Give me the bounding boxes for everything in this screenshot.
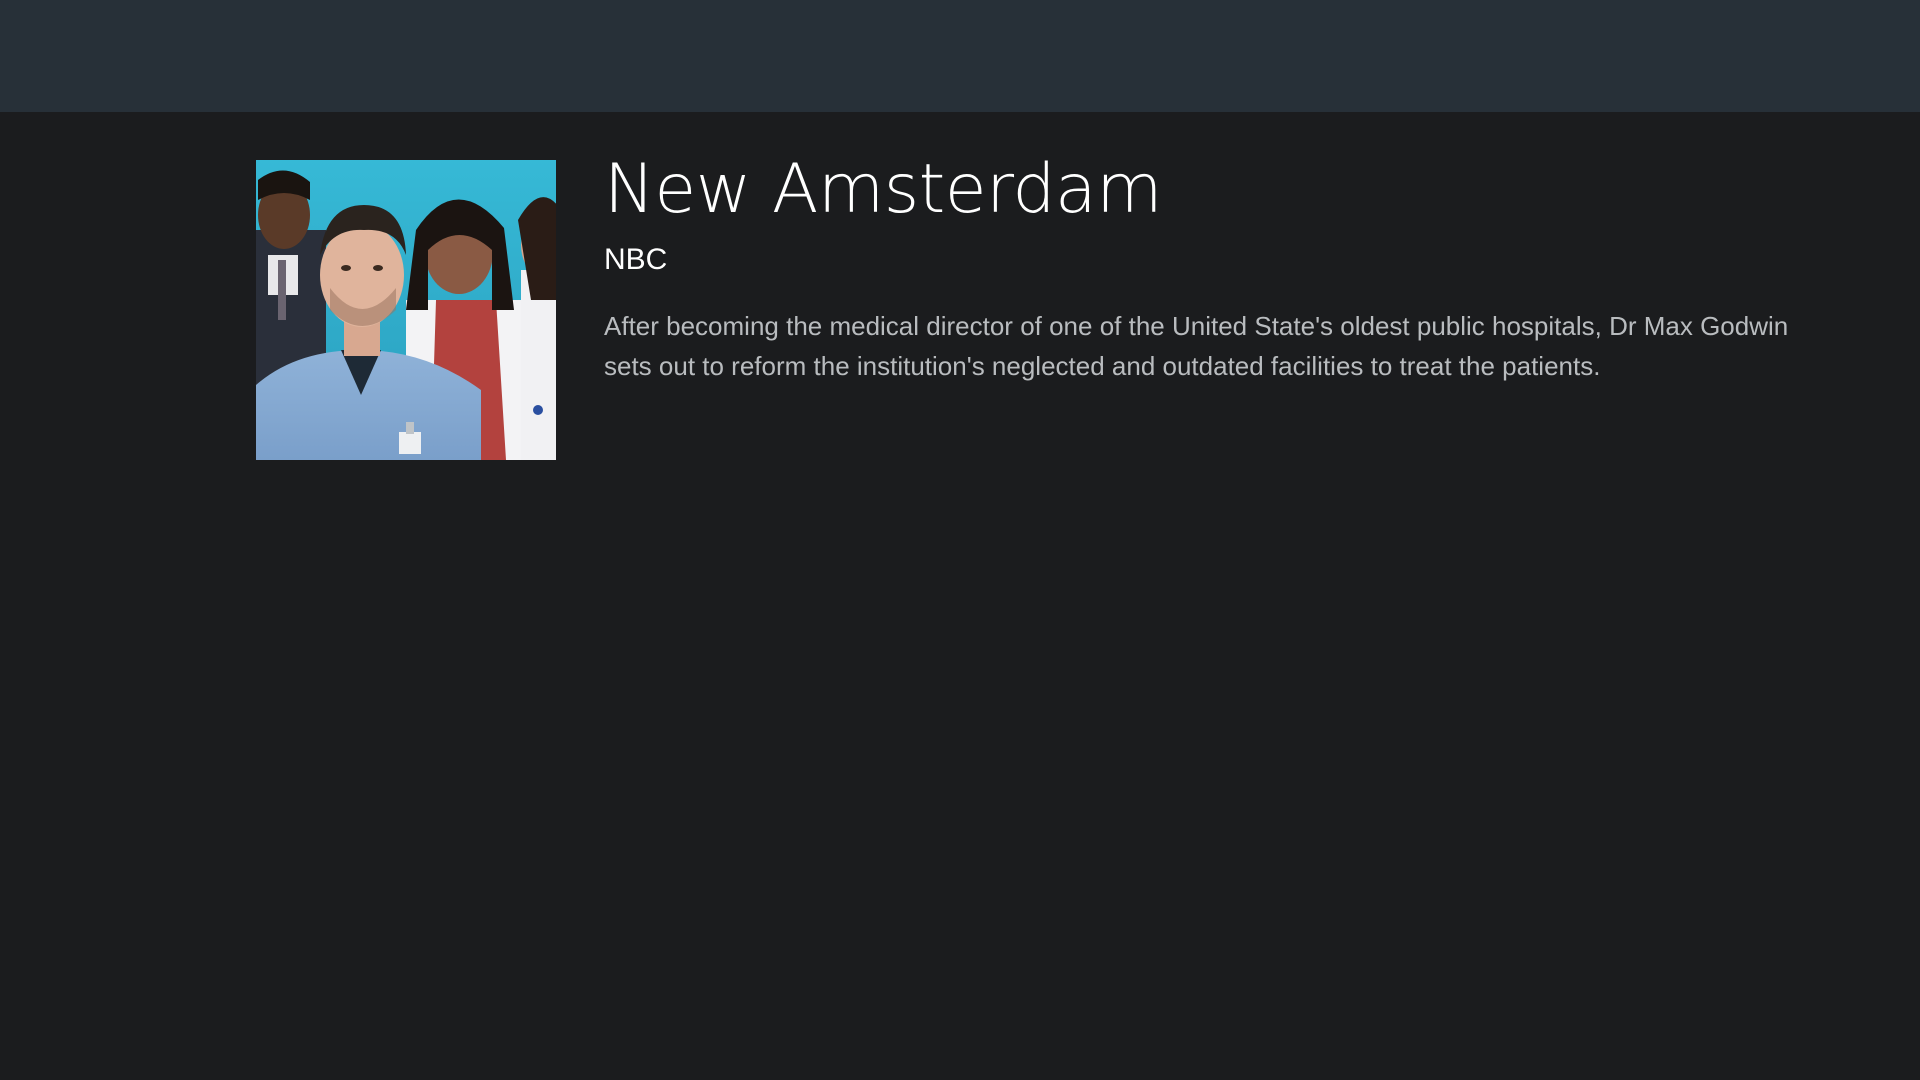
show-description: After becoming the medical director of o… bbox=[604, 311, 1789, 381]
top-bar bbox=[0, 0, 1920, 112]
show-detail-panel: New Amsterdam NBC After becoming the med… bbox=[0, 112, 1920, 1080]
show-details: New Amsterdam NBC After becoming the med… bbox=[604, 148, 1824, 386]
show-poster-image bbox=[256, 160, 556, 460]
show-network: NBC bbox=[604, 243, 668, 276]
show-title: New Amsterdam bbox=[604, 150, 1162, 229]
